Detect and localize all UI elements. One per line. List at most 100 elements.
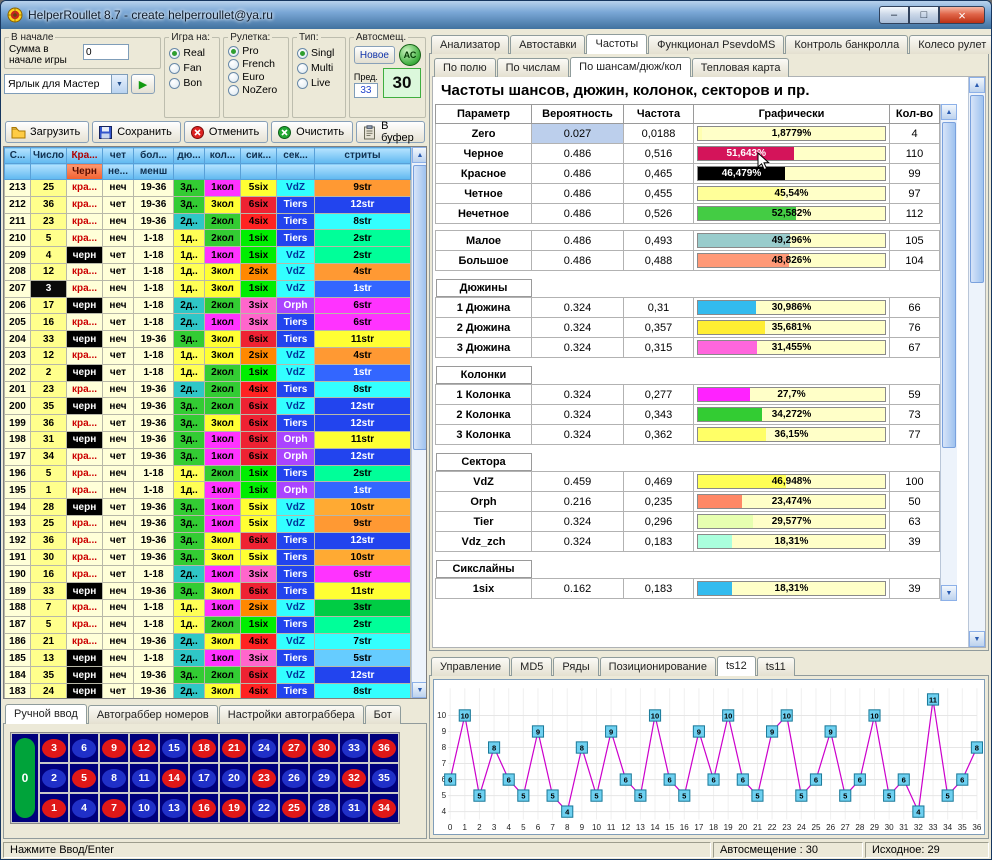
history-row[interactable]: 18513черннеч1-182д..1кол3sixTiers5str	[5, 650, 411, 667]
history-scroll-track[interactable]	[412, 163, 427, 682]
chart-point[interactable]: 5	[796, 790, 807, 801]
number-32[interactable]: 32	[340, 764, 368, 792]
page-scroll-track[interactable]	[969, 93, 985, 631]
chart-point[interactable]: 5	[679, 790, 690, 801]
save-button[interactable]: Сохранить	[92, 121, 181, 143]
history-header[interactable]: стриты	[315, 148, 411, 164]
line-chart[interactable]: 0123456789101112131415161718192021222324…	[434, 680, 984, 834]
main-tab-2[interactable]: Частоты	[586, 34, 647, 54]
series-tab-4[interactable]: ts12	[717, 656, 756, 676]
chart-point[interactable]: 8	[576, 742, 587, 753]
history-row[interactable]: 20516кра...чет1-182д..1кол3sixTiers6str	[5, 314, 411, 331]
history-row[interactable]: 20433черннеч19-363д..3кол6sixTiers11str	[5, 331, 411, 348]
load-button[interactable]: Загрузить	[5, 121, 89, 143]
history-header[interactable]: Число	[31, 148, 67, 164]
number-26[interactable]: 26	[280, 764, 308, 792]
chart-point[interactable]: 6	[810, 774, 821, 785]
history-header[interactable]: дю...	[174, 148, 205, 164]
radio-French[interactable]: French	[228, 58, 284, 70]
history-header[interactable]	[241, 164, 277, 180]
frequency-scroll-track[interactable]	[941, 120, 957, 585]
chart-point[interactable]: 5	[591, 790, 602, 801]
number-29[interactable]: 29	[310, 764, 338, 792]
chart-point[interactable]: 10	[781, 710, 792, 721]
number-6[interactable]: 6	[70, 734, 98, 762]
input-tab-0[interactable]: Ручной ввод	[5, 704, 87, 724]
history-row[interactable]: 18621кра...неч19-362д..3кол4sixVdZ7str	[5, 633, 411, 650]
freq-row[interactable]: 3 Дюжина0.3240,31531,455%67	[436, 338, 940, 358]
history-header[interactable]	[5, 164, 31, 180]
chart-point[interactable]: 6	[708, 774, 719, 785]
history-scrollbar[interactable]: ▲ ▼	[411, 147, 427, 698]
scroll-up-icon[interactable]: ▲	[969, 77, 985, 93]
history-row[interactable]: 19831черннеч19-363д..1кол6sixOrph11str	[5, 431, 411, 448]
history-header[interactable]: Черн	[67, 164, 103, 180]
number-28[interactable]: 28	[310, 794, 338, 822]
number-9[interactable]: 9	[100, 734, 128, 762]
number-22[interactable]: 22	[250, 794, 278, 822]
history-row[interactable]: 21123кра...неч19-362д..2кол4sixTiers8str	[5, 213, 411, 230]
number-30[interactable]: 30	[310, 734, 338, 762]
history-scroll-thumb[interactable]	[413, 165, 427, 450]
number-33[interactable]: 33	[340, 734, 368, 762]
chart-point[interactable]: 6	[445, 774, 456, 785]
chart-point[interactable]: 5	[547, 790, 558, 801]
scroll-down-icon[interactable]: ▼	[969, 631, 985, 647]
history-row[interactable]: 18324чернчет19-362д..3кол4sixTiers8str	[5, 683, 411, 699]
history-header[interactable]	[205, 164, 241, 180]
sub-tab-1[interactable]: По числам	[497, 58, 570, 77]
number-36[interactable]: 36	[370, 734, 398, 762]
freq-row[interactable]: Большое0.4860,48848,826%104	[436, 251, 940, 271]
chart-point[interactable]: 10	[649, 710, 660, 721]
main-tab-5[interactable]: Колесо рулет	[909, 35, 992, 54]
play-button[interactable]: ▶	[131, 74, 155, 94]
prev-shift-value[interactable]: 33	[354, 83, 378, 98]
history-header[interactable]: сек...	[277, 148, 315, 164]
history-row[interactable]: 20123кра...неч19-362д..2кол4sixTiers8str	[5, 381, 411, 398]
chart-point[interactable]: 9	[606, 726, 617, 737]
number-23[interactable]: 23	[250, 764, 278, 792]
history-row[interactable]: 1887кра...неч1-181д..1кол2sixVdZ3str	[5, 599, 411, 616]
freq-row[interactable]: Нечетное0.4860,52652,582%112	[436, 204, 940, 224]
chart-point[interactable]: 9	[693, 726, 704, 737]
chevron-down-icon[interactable]: ▼	[111, 75, 127, 93]
number-17[interactable]: 17	[190, 764, 218, 792]
series-tab-1[interactable]: MD5	[511, 657, 552, 676]
history-header[interactable]: Кра...	[67, 148, 103, 164]
main-tab-4[interactable]: Контроль банкролла	[785, 35, 908, 54]
number-35[interactable]: 35	[370, 764, 398, 792]
freq-row[interactable]: Tier0.3240,29629,577%63	[436, 512, 940, 532]
sub-tab-3[interactable]: Тепловая карта	[692, 58, 790, 77]
chart-point[interactable]: 9	[767, 726, 778, 737]
new-shift-button[interactable]: Новое	[354, 46, 395, 64]
input-tab-1[interactable]: Автограббер номеров	[88, 705, 218, 724]
number-10[interactable]: 10	[130, 794, 158, 822]
sub-tab-0[interactable]: По полю	[434, 58, 496, 77]
chart-point[interactable]: 4	[913, 806, 924, 817]
preset-combo[interactable]: Ярлык для Мастер ▼	[4, 74, 128, 94]
number-3[interactable]: 3	[40, 734, 68, 762]
freq-row[interactable]: 1 Дюжина0.3240,3130,986%66	[436, 298, 940, 318]
freq-row[interactable]: Малое0.4860,49349,296%105	[436, 231, 940, 251]
history-header[interactable]: чет	[103, 148, 134, 164]
input-tab-2[interactable]: Настройки автограббера	[219, 705, 364, 724]
history-row[interactable]: 2073кра...неч1-181д..3кол1sixVdZ1str	[5, 280, 411, 297]
history-header[interactable]: кол...	[205, 148, 241, 164]
number-5[interactable]: 5	[70, 764, 98, 792]
chart-point[interactable]: 5	[884, 790, 895, 801]
history-row[interactable]: 1875кра...неч1-181д..2кол1sixTiers2str	[5, 616, 411, 633]
history-row[interactable]: 1951кра...неч1-181д..1кол1sixOrph1str	[5, 482, 411, 499]
sub-tab-2[interactable]: По шансам/дюж/кол	[570, 57, 691, 77]
history-header[interactable]: С...	[5, 148, 31, 164]
chart-point[interactable]: 8	[489, 742, 500, 753]
minimize-button[interactable]: –	[879, 6, 909, 24]
frequency-scroll-thumb[interactable]	[942, 122, 956, 448]
history-row[interactable]: 19428чернчет19-363д..1кол5sixVdZ10str	[5, 499, 411, 516]
page-scroll-thumb[interactable]	[970, 95, 984, 283]
number-2[interactable]: 2	[40, 764, 68, 792]
number-25[interactable]: 25	[280, 794, 308, 822]
number-24[interactable]: 24	[250, 734, 278, 762]
history-header[interactable]: менш	[134, 164, 174, 180]
chart-point[interactable]: 9	[532, 726, 543, 737]
history-header[interactable]	[31, 164, 67, 180]
